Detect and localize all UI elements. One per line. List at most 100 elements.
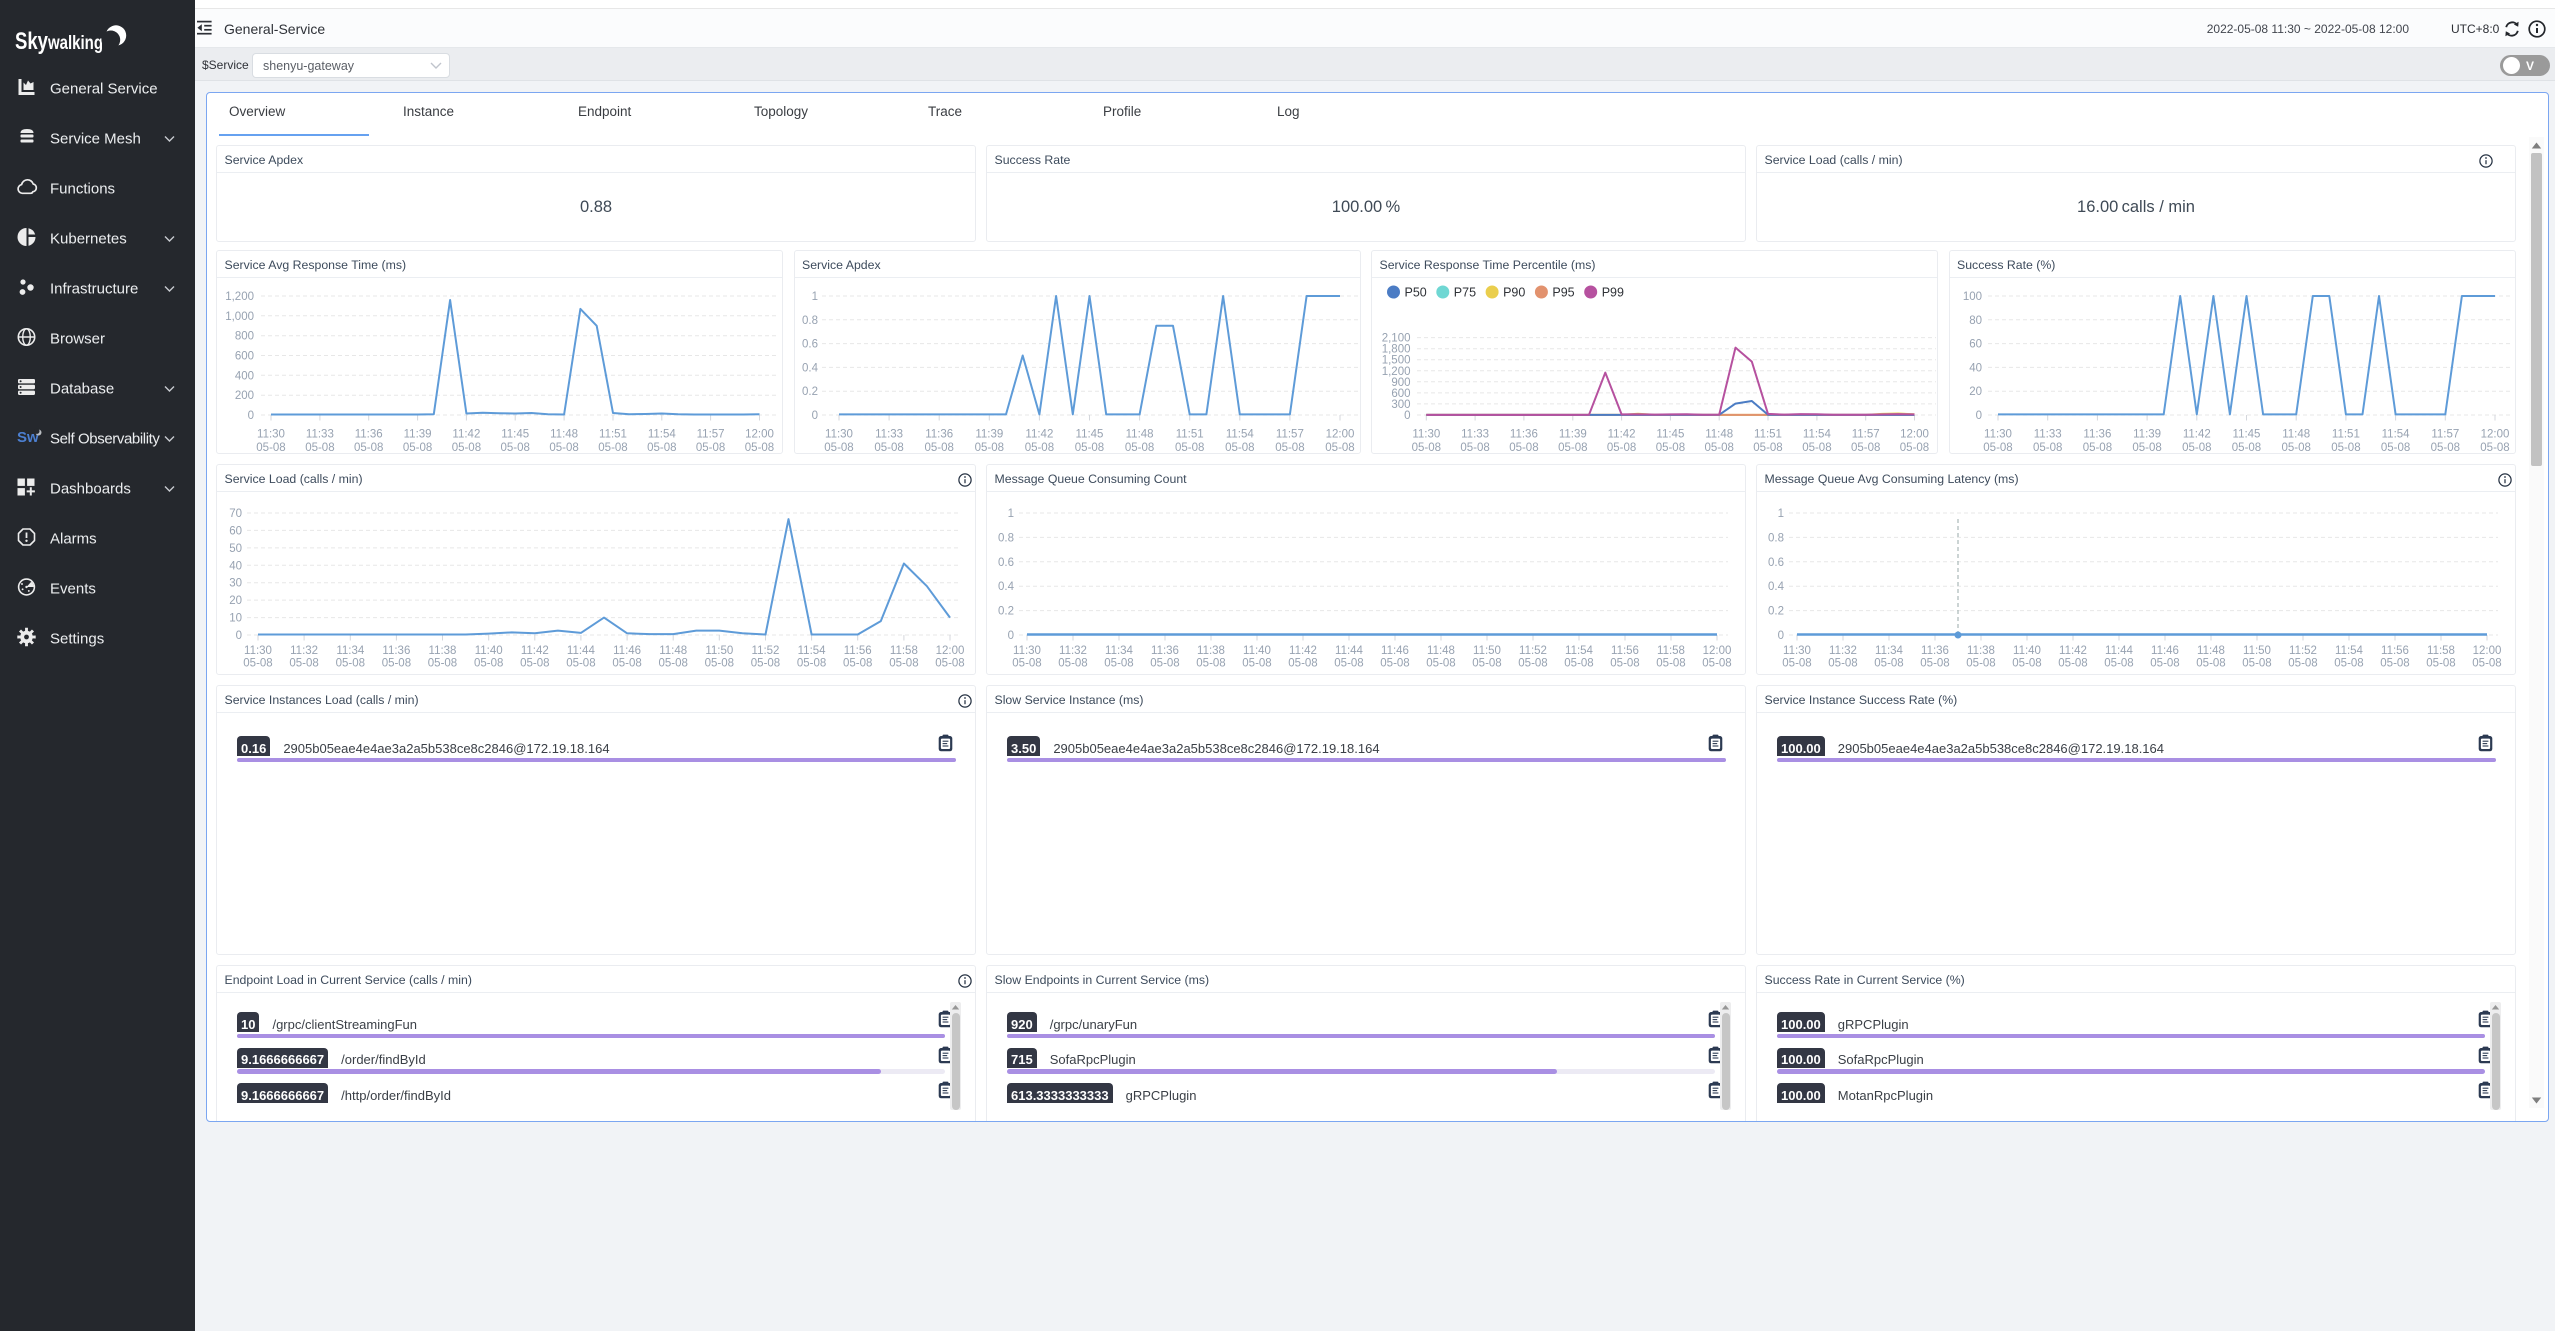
svg-text:11:42: 11:42 bbox=[452, 429, 480, 441]
svg-text:05-08: 05-08 bbox=[889, 658, 918, 670]
svg-text:1: 1 bbox=[1778, 508, 1784, 520]
svg-text:05-08: 05-08 bbox=[1558, 442, 1587, 453]
svg-text:11:30: 11:30 bbox=[257, 429, 285, 441]
svg-text:05-08: 05-08 bbox=[500, 442, 529, 453]
svg-text:0.8: 0.8 bbox=[998, 532, 1014, 544]
svg-text:60: 60 bbox=[1969, 339, 1982, 351]
svg-text:11:39: 11:39 bbox=[2133, 429, 2161, 441]
svg-text:20: 20 bbox=[229, 595, 242, 607]
svg-text:05-08: 05-08 bbox=[2334, 658, 2363, 670]
svg-text:11:57: 11:57 bbox=[1275, 429, 1303, 441]
svg-text:05-08: 05-08 bbox=[2032, 442, 2061, 453]
svg-text:0: 0 bbox=[1008, 630, 1014, 642]
svg-text:11:48: 11:48 bbox=[550, 429, 578, 441]
svg-text:05-08: 05-08 bbox=[1472, 658, 1501, 670]
svg-text:60: 60 bbox=[229, 525, 242, 537]
svg-text:11:42: 11:42 bbox=[2059, 645, 2087, 657]
svg-text:11:45: 11:45 bbox=[1656, 429, 1684, 441]
svg-text:05-08: 05-08 bbox=[612, 658, 641, 670]
svg-text:11:58: 11:58 bbox=[1657, 645, 1685, 657]
svg-text:05-08: 05-08 bbox=[336, 658, 365, 670]
svg-text:11:36: 11:36 bbox=[1510, 429, 1538, 441]
svg-text:11:57: 11:57 bbox=[1852, 429, 1880, 441]
svg-text:P99: P99 bbox=[1602, 286, 1624, 300]
svg-text:11:54: 11:54 bbox=[1225, 429, 1254, 441]
svg-text:11:36: 11:36 bbox=[355, 429, 383, 441]
svg-text:1,200: 1,200 bbox=[1382, 366, 1411, 378]
svg-text:05-08: 05-08 bbox=[974, 442, 1003, 453]
svg-text:11:45: 11:45 bbox=[501, 429, 529, 441]
svg-text:05-08: 05-08 bbox=[1509, 442, 1538, 453]
svg-text:80: 80 bbox=[1969, 315, 1982, 327]
svg-text:05-08: 05-08 bbox=[658, 658, 687, 670]
svg-text:11:45: 11:45 bbox=[2232, 429, 2260, 441]
svg-text:0.6: 0.6 bbox=[802, 339, 818, 351]
svg-text:11:36: 11:36 bbox=[1151, 645, 1179, 657]
svg-text:11:30: 11:30 bbox=[1412, 429, 1440, 441]
svg-text:11:58: 11:58 bbox=[2427, 645, 2455, 657]
svg-text:05-08: 05-08 bbox=[2150, 658, 2179, 670]
svg-text:05-08: 05-08 bbox=[1242, 658, 1271, 670]
svg-text:1,500: 1,500 bbox=[1382, 355, 1411, 367]
svg-text:05-08: 05-08 bbox=[305, 442, 334, 453]
svg-text:05-08: 05-08 bbox=[2426, 658, 2455, 670]
svg-text:300: 300 bbox=[1391, 399, 1410, 411]
svg-text:05-08: 05-08 bbox=[403, 442, 432, 453]
svg-text:05-08: 05-08 bbox=[1380, 658, 1409, 670]
svg-text:12:00: 12:00 bbox=[1900, 429, 1929, 441]
svg-text:11:39: 11:39 bbox=[404, 429, 432, 441]
svg-text:0.8: 0.8 bbox=[1768, 532, 1784, 544]
svg-text:05-08: 05-08 bbox=[874, 442, 903, 453]
svg-text:1,000: 1,000 bbox=[225, 311, 254, 323]
svg-text:11:30: 11:30 bbox=[1984, 429, 2012, 441]
svg-text:11:33: 11:33 bbox=[2033, 429, 2061, 441]
svg-text:05-08: 05-08 bbox=[924, 442, 953, 453]
svg-text:05-08: 05-08 bbox=[1412, 442, 1441, 453]
svg-text:05-08: 05-08 bbox=[289, 658, 318, 670]
svg-text:11:54: 11:54 bbox=[1803, 429, 1832, 441]
svg-text:05-08: 05-08 bbox=[1012, 658, 1041, 670]
svg-text:11:51: 11:51 bbox=[599, 429, 627, 441]
svg-text:11:40: 11:40 bbox=[475, 645, 503, 657]
svg-text:05-08: 05-08 bbox=[549, 442, 578, 453]
svg-text:40: 40 bbox=[1969, 362, 1982, 374]
svg-text:05-08: 05-08 bbox=[1024, 442, 1053, 453]
svg-text:05-08: 05-08 bbox=[1607, 442, 1636, 453]
svg-text:05-08: 05-08 bbox=[797, 658, 826, 670]
svg-text:05-08: 05-08 bbox=[824, 442, 853, 453]
svg-text:11:30: 11:30 bbox=[244, 645, 272, 657]
svg-text:05-08: 05-08 bbox=[2472, 658, 2501, 670]
svg-text:11:46: 11:46 bbox=[613, 645, 641, 657]
svg-text:10: 10 bbox=[229, 613, 242, 625]
svg-text:1,800: 1,800 bbox=[1382, 344, 1411, 356]
svg-text:05-08: 05-08 bbox=[843, 658, 872, 670]
svg-text:05-08: 05-08 bbox=[1564, 658, 1593, 670]
svg-text:05-08: 05-08 bbox=[1225, 442, 1254, 453]
svg-text:05-08: 05-08 bbox=[2242, 658, 2271, 670]
svg-text:05-08: 05-08 bbox=[1275, 442, 1304, 453]
svg-text:P50: P50 bbox=[1405, 286, 1427, 300]
svg-text:11:58: 11:58 bbox=[890, 645, 918, 657]
svg-text:05-08: 05-08 bbox=[520, 658, 549, 670]
svg-text:20: 20 bbox=[1969, 386, 1982, 398]
svg-text:11:36: 11:36 bbox=[925, 429, 953, 441]
svg-text:P75: P75 bbox=[1454, 286, 1476, 300]
svg-text:11:51: 11:51 bbox=[1754, 429, 1782, 441]
svg-text:05-08: 05-08 bbox=[647, 442, 676, 453]
svg-text:05-08: 05-08 bbox=[428, 658, 457, 670]
svg-text:11:40: 11:40 bbox=[1243, 645, 1271, 657]
svg-text:11:39: 11:39 bbox=[1559, 429, 1587, 441]
svg-text:800: 800 bbox=[235, 331, 254, 343]
svg-text:11:54: 11:54 bbox=[798, 645, 827, 657]
svg-text:11:54: 11:54 bbox=[648, 429, 677, 441]
svg-text:05-08: 05-08 bbox=[2380, 442, 2409, 453]
svg-text:11:46: 11:46 bbox=[2151, 645, 2179, 657]
svg-text:11:48: 11:48 bbox=[2197, 645, 2225, 657]
svg-text:12:00: 12:00 bbox=[2473, 645, 2502, 657]
svg-text:05-08: 05-08 bbox=[382, 658, 411, 670]
svg-text:30: 30 bbox=[229, 578, 242, 590]
svg-text:11:50: 11:50 bbox=[705, 645, 733, 657]
svg-text:walking: walking bbox=[47, 33, 103, 54]
svg-text:05-08: 05-08 bbox=[1334, 658, 1363, 670]
svg-text:0.2: 0.2 bbox=[1768, 606, 1784, 618]
